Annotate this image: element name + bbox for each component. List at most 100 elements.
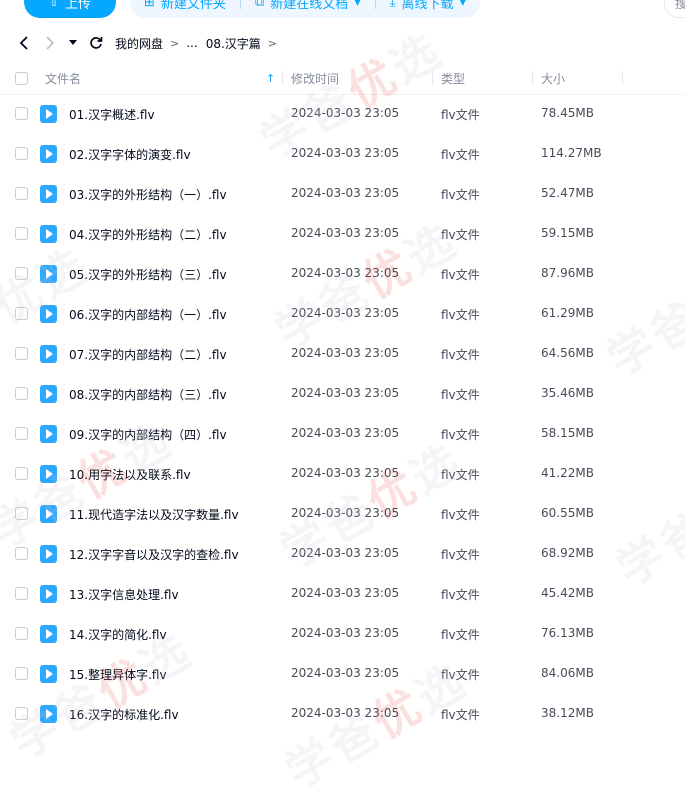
row-checkbox[interactable] <box>15 587 28 600</box>
file-name[interactable]: 14.汉字的简化.flv <box>69 626 167 643</box>
row-checkbox[interactable] <box>15 547 28 560</box>
file-type: flv文件 <box>441 628 480 642</box>
forward-button[interactable] <box>37 30 63 56</box>
row-checkbox[interactable] <box>15 467 28 480</box>
table-row[interactable]: 09.汉字的内部结构（四）.flv 2024-03-03 23:05 flv文件 58… <box>0 414 685 454</box>
file-name[interactable]: 01.汉字概述.flv <box>69 106 155 123</box>
file-name[interactable]: 04.汉字的外形结构（二）.flv <box>69 226 227 243</box>
table-row[interactable]: 12.汉字字音以及汉字的查检.flv 2024-03-03 23:05 flv文件 6… <box>0 534 685 574</box>
download-icon: ⤓ <box>389 0 396 10</box>
video-file-icon <box>40 425 57 443</box>
file-size: 38.12MB <box>541 706 594 720</box>
file-modified: 2024-03-03 23:05 <box>291 706 400 720</box>
file-size: 76.13MB <box>541 626 594 640</box>
upload-button[interactable]: ⇧ 上传 <box>24 0 116 18</box>
select-all-checkbox[interactable] <box>15 71 28 85</box>
upload-icon: ⇧ <box>48 0 60 9</box>
table-row[interactable]: 01.汉字概述.flv 2024-03-03 23:05 flv文件 78.45MB <box>0 94 685 134</box>
row-checkbox[interactable] <box>15 107 28 120</box>
row-checkbox[interactable] <box>15 427 28 440</box>
row-checkbox[interactable] <box>15 347 28 360</box>
table-row[interactable]: 15.整理异体字.flv 2024-03-03 23:05 flv文件 84.06MB <box>0 654 685 694</box>
new-online-doc-button[interactable]: ⧉ 新建在线文档 ▾ <box>241 0 375 12</box>
new-doc-icon: ⧉ <box>254 0 265 10</box>
search-input[interactable]: 搜 <box>664 0 685 18</box>
new-folder-icon: ⊞ <box>144 0 155 10</box>
header-type[interactable]: 类型 <box>441 70 465 87</box>
row-checkbox[interactable] <box>15 267 28 280</box>
file-size: 58.15MB <box>541 426 594 440</box>
file-name[interactable]: 08.汉字的内部结构（三）.flv <box>69 386 227 403</box>
file-modified: 2024-03-03 23:05 <box>291 186 400 200</box>
file-name[interactable]: 06.汉字的内部结构（一）.flv <box>69 306 227 323</box>
file-name[interactable]: 03.汉字的外形结构（一）.flv <box>69 186 227 203</box>
row-checkbox[interactable] <box>15 187 28 200</box>
file-name[interactable]: 11.现代造字法以及汉字数量.flv <box>69 506 239 523</box>
table-row[interactable]: 05.汉字的外形结构（三）.flv 2024-03-03 23:05 flv文件 87… <box>0 254 685 294</box>
file-modified: 2024-03-03 23:05 <box>291 146 400 160</box>
offline-download-button[interactable]: ⤓ 离线下载 ▾ <box>376 0 480 12</box>
row-checkbox[interactable] <box>15 307 28 320</box>
file-modified: 2024-03-03 23:05 <box>291 586 400 600</box>
file-name[interactable]: 09.汉字的内部结构（四）.flv <box>69 426 227 443</box>
row-checkbox[interactable] <box>15 147 28 160</box>
breadcrumb-separator-icon: > <box>267 36 277 50</box>
header-size[interactable]: 大小 <box>541 70 565 87</box>
sort-asc-icon[interactable]: ↑ <box>266 72 275 85</box>
table-row[interactable]: 06.汉字的内部结构（一）.flv 2024-03-03 23:05 flv文件 61… <box>0 294 685 334</box>
file-name[interactable]: 15.整理异体字.flv <box>69 666 167 683</box>
file-size: 114.27MB <box>541 146 602 160</box>
header-name[interactable]: 文件名 <box>45 70 81 87</box>
table-row[interactable]: 03.汉字的外形结构（一）.flv 2024-03-03 23:05 flv文件 52… <box>0 174 685 214</box>
breadcrumb-ellipsis[interactable]: ... <box>186 36 197 50</box>
file-type: flv文件 <box>441 268 480 282</box>
header-modified[interactable]: 修改时间 <box>291 70 339 87</box>
file-name[interactable]: 02.汉字字体的演变.flv <box>69 146 191 163</box>
table-row[interactable]: 04.汉字的外形结构（二）.flv 2024-03-03 23:05 flv文件 59… <box>0 214 685 254</box>
refresh-icon <box>90 37 103 49</box>
back-button[interactable] <box>11 30 37 56</box>
video-file-icon <box>40 625 57 643</box>
breadcrumb-root[interactable]: 我的网盘 <box>115 35 163 52</box>
history-dropdown[interactable] <box>63 30 83 56</box>
table-row[interactable]: 07.汉字的内部结构（二）.flv 2024-03-03 23:05 flv文件 64… <box>0 334 685 374</box>
file-modified: 2024-03-03 23:05 <box>291 346 400 360</box>
file-size: 45.42MB <box>541 586 594 600</box>
file-name[interactable]: 07.汉字的内部结构（二）.flv <box>69 346 227 363</box>
file-name[interactable]: 10.用字法以及联系.flv <box>69 466 191 483</box>
table-row[interactable]: 11.现代造字法以及汉字数量.flv 2024-03-03 23:05 flv文件 6… <box>0 494 685 534</box>
video-file-icon <box>40 585 57 603</box>
table-row[interactable]: 08.汉字的内部结构（三）.flv 2024-03-03 23:05 flv文件 35… <box>0 374 685 414</box>
breadcrumb-current[interactable]: 08.汉字篇 <box>206 35 261 52</box>
new-folder-label: 新建文件夹 <box>160 0 226 12</box>
row-checkbox[interactable] <box>15 667 28 680</box>
file-modified: 2024-03-03 23:05 <box>291 506 400 520</box>
upload-label: 上传 <box>65 0 92 12</box>
table-row[interactable]: 16.汉字的标准化.flv 2024-03-03 23:05 flv文件 38.12M… <box>0 694 685 734</box>
row-checkbox[interactable] <box>15 227 28 240</box>
table-row[interactable]: 14.汉字的简化.flv 2024-03-03 23:05 flv文件 76.13MB <box>0 614 685 654</box>
file-name[interactable]: 13.汉字信息处理.flv <box>69 586 179 603</box>
column-divider[interactable] <box>532 71 533 85</box>
table-row[interactable]: 02.汉字字体的演变.flv 2024-03-03 23:05 flv文件 114.2… <box>0 134 685 174</box>
refresh-button[interactable] <box>83 30 109 56</box>
video-file-icon <box>40 185 57 203</box>
column-divider[interactable] <box>622 71 623 85</box>
file-name[interactable]: 05.汉字的外形结构（三）.flv <box>69 266 227 283</box>
table-row[interactable]: 13.汉字信息处理.flv 2024-03-03 23:05 flv文件 45.42M… <box>0 574 685 614</box>
table-row[interactable]: 10.用字法以及联系.flv 2024-03-03 23:05 flv文件 41.22… <box>0 454 685 494</box>
file-modified: 2024-03-03 23:05 <box>291 426 400 440</box>
row-checkbox[interactable] <box>15 627 28 640</box>
chevron-right-icon <box>46 36 55 50</box>
new-online-doc-label: 新建在线文档 <box>270 0 349 12</box>
nav-bar: 我的网盘 > ... 08.汉字篇 > <box>0 30 685 56</box>
file-name[interactable]: 16.汉字的标准化.flv <box>69 706 179 723</box>
row-checkbox[interactable] <box>15 507 28 520</box>
file-type: flv文件 <box>441 508 480 522</box>
row-checkbox[interactable] <box>15 387 28 400</box>
new-folder-button[interactable]: ⊞ 新建文件夹 <box>130 0 240 12</box>
row-checkbox[interactable] <box>15 707 28 720</box>
column-divider[interactable] <box>432 71 433 85</box>
file-name[interactable]: 12.汉字字音以及汉字的查检.flv <box>69 546 239 563</box>
column-divider[interactable] <box>282 71 283 85</box>
